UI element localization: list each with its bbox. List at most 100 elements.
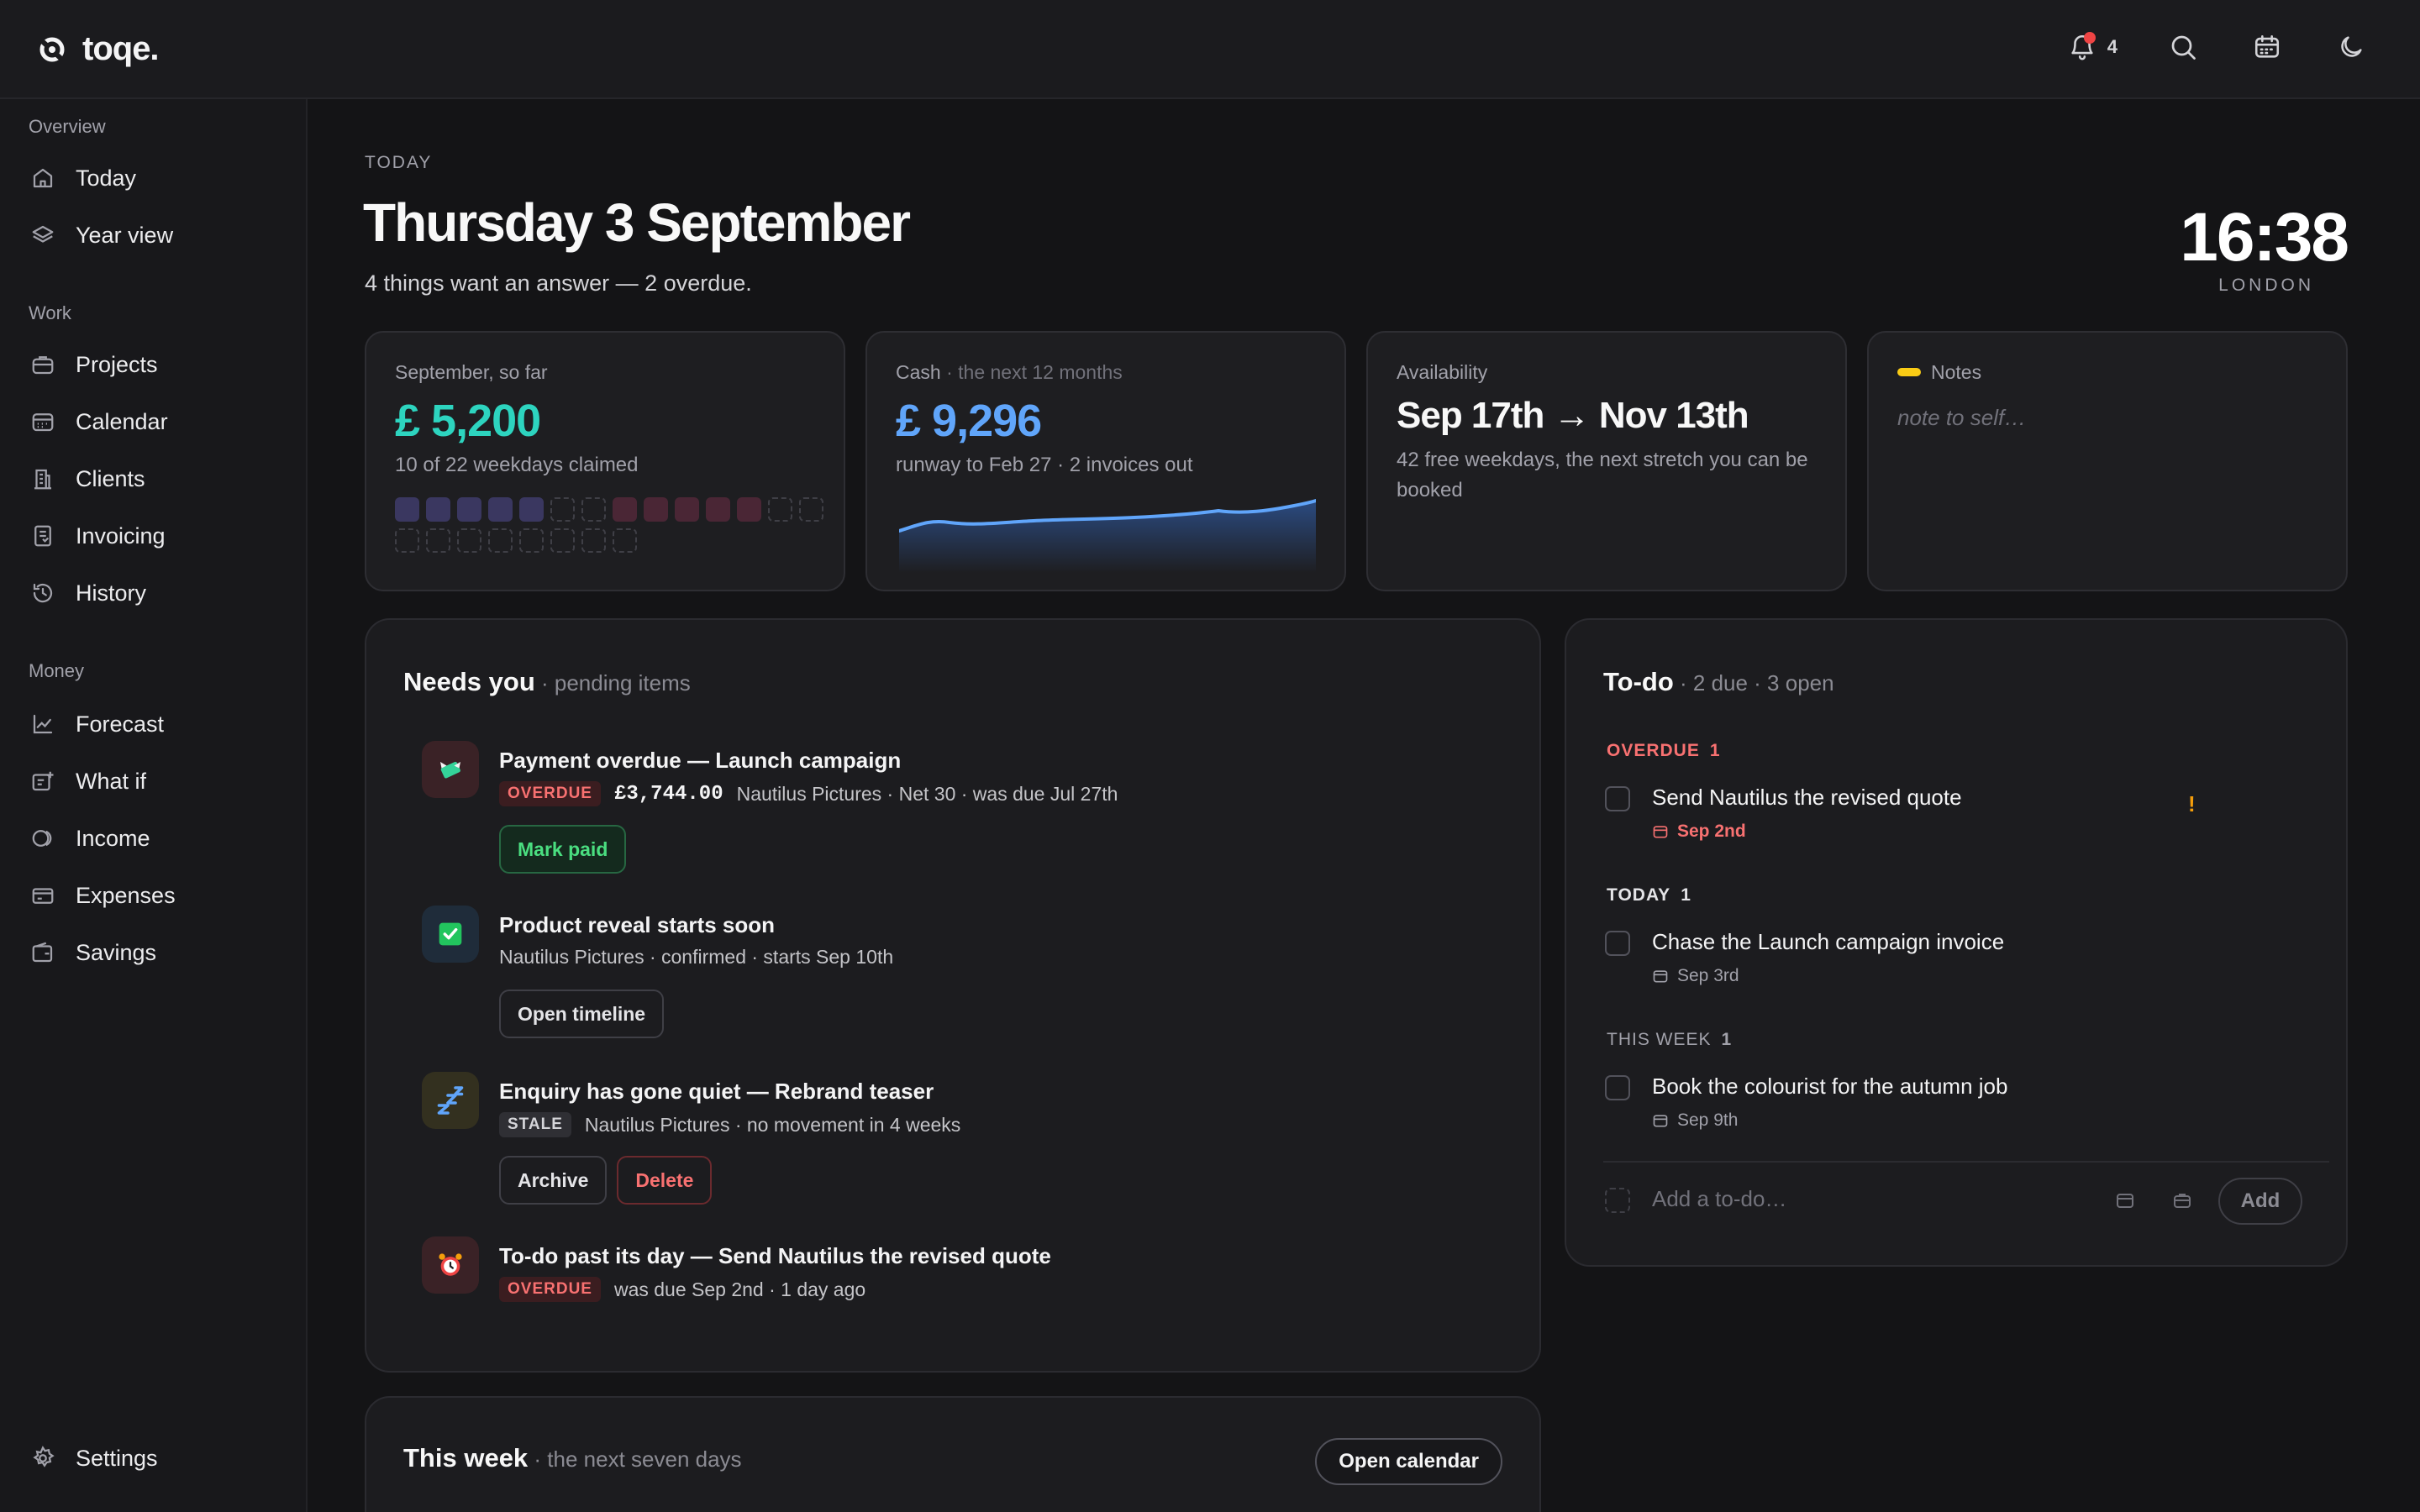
notification-dot: [2083, 32, 2096, 44]
wallet-icon: [29, 938, 57, 967]
todo-group-this-week: THIS WEEK 1: [1607, 1030, 1732, 1050]
sidebar-item-projects[interactable]: Projects: [29, 343, 158, 386]
todo-due-date: Sep 9th: [1652, 1110, 1738, 1131]
todo-text[interactable]: Book the colourist for the autumn job: [1652, 1074, 2007, 1100]
availability-range: Sep 17th → Nov 13th: [1397, 395, 1749, 436]
sidebar-item-invoicing[interactable]: Invoicing: [29, 514, 166, 558]
todo-item: Book the colourist for the autumn job Se…: [1605, 1072, 2244, 1139]
sidebar-item-label: What if: [76, 768, 147, 794]
notes-card[interactable]: Notes note to self…: [1867, 331, 2348, 591]
sidebar-item-income[interactable]: Income: [29, 816, 150, 860]
todo-item: Send Nautilus the revised quote ! Sep 2n…: [1605, 783, 2244, 850]
group-label: OVERDUE: [1607, 741, 1700, 760]
notes-input[interactable]: note to self…: [1897, 405, 2026, 431]
calendar-icon: [29, 407, 57, 436]
calendar-icon[interactable]: [2249, 29, 2286, 66]
eyebrow-label: TODAY: [365, 153, 433, 172]
item-title: Enquiry has gone quiet — Rebrand teaser: [499, 1079, 934, 1104]
todo-text[interactable]: Send Nautilus the revised quote: [1652, 785, 1962, 811]
sidebar-item-today[interactable]: Today: [29, 156, 136, 200]
sidebar-section-overview: Overview: [29, 116, 106, 137]
building-icon: [29, 465, 57, 493]
group-count: 1: [1681, 885, 1691, 905]
list-item: Enquiry has gone quiet — Rebrand teaser …: [422, 1072, 1514, 1215]
sidebar-item-settings[interactable]: Settings: [29, 1436, 158, 1480]
due-date-text: Sep 9th: [1677, 1110, 1739, 1130]
briefcase-icon[interactable]: [2170, 1188, 2195, 1213]
weekday-cell: [550, 528, 575, 553]
brand[interactable]: toqe.: [37, 30, 160, 68]
weekday-cell: [457, 528, 481, 553]
priority-flag: !: [2188, 791, 2196, 816]
sidebar-item-year-view[interactable]: Year view: [29, 213, 173, 257]
weekday-cell: [581, 497, 606, 522]
item-meta: Nautilus Pictures · no movement in 4 wee…: [584, 1113, 961, 1136]
sidebar-item-expenses[interactable]: Expenses: [29, 874, 176, 917]
september-card[interactable]: September, so far £ 5,200 10 of 22 weekd…: [365, 331, 845, 591]
add-todo-input[interactable]: Add a to-do…: [1652, 1186, 1786, 1212]
weekday-cell: [799, 497, 823, 522]
calendar-icon[interactable]: [2112, 1188, 2138, 1213]
sidebar-item-history[interactable]: History: [29, 571, 146, 615]
money-wings-icon: [422, 741, 479, 798]
sidebar-item-label: Settings: [76, 1445, 158, 1471]
sidebar-item-label: Today: [76, 165, 137, 191]
todo-due-date: Sep 3rd: [1652, 966, 1739, 986]
group-count: 1: [1709, 741, 1721, 760]
sidebar-item-clients[interactable]: Clients: [29, 457, 145, 501]
panel-title: Needs you · pending items: [403, 667, 691, 697]
needs-you-panel: Needs you · pending items Payment overdu…: [365, 618, 1541, 1373]
list-item: Product reveal starts soon Nautilus Pict…: [422, 906, 1514, 1048]
scenario-icon: [29, 767, 57, 795]
sidebar-item-calendar[interactable]: Calendar: [29, 400, 168, 444]
divider: [1603, 1161, 2329, 1163]
card-sub: 10 of 22 weekdays claimed: [395, 454, 639, 476]
sidebar-item-forecast[interactable]: Forecast: [29, 702, 164, 746]
invoice-amount: £3,744.00: [613, 782, 723, 806]
search-icon[interactable]: [2165, 29, 2202, 66]
history-icon: [29, 579, 57, 607]
gear-icon: [29, 1444, 57, 1473]
sidebar-item-label: Calendar: [76, 408, 168, 434]
sidebar-section-work: Work: [29, 302, 71, 323]
panel-title: To-do · 2 due · 3 open: [1603, 667, 1834, 697]
weekday-cell: [426, 528, 450, 553]
cash-sparkline: [899, 499, 1316, 573]
item-meta: Nautilus Pictures · Net 30 · was due Jul…: [736, 782, 1118, 805]
this-week-title: This week: [403, 1443, 529, 1473]
cash-card[interactable]: Cash · the next 12 months £ 9,296 runway…: [865, 331, 1346, 591]
panel-title: This week · the next seven days: [403, 1443, 742, 1473]
app-name: toqe.: [82, 30, 160, 67]
due-date-text: Sep 3rd: [1677, 966, 1739, 985]
needs-you-title: Needs you: [403, 667, 535, 696]
weekday-cell: [426, 497, 450, 522]
card-sub: runway to Feb 27 · 2 invoices out: [896, 454, 1193, 476]
page-subtitle: 4 things want an answer — 2 overdue.: [365, 270, 752, 296]
weekday-cell: [550, 497, 575, 522]
todo-checkbox[interactable]: [1605, 931, 1630, 956]
sidebar-item-what-if[interactable]: What if: [29, 759, 146, 803]
notifications-button[interactable]: 4: [2064, 29, 2118, 66]
sidebar-item-savings[interactable]: Savings: [29, 931, 156, 974]
open-timeline-button[interactable]: Open timeline: [499, 990, 665, 1038]
top-bar: toqe. 4: [0, 0, 2420, 99]
todo-subtitle: · 2 due · 3 open: [1673, 670, 1834, 696]
delete-button[interactable]: Delete: [617, 1156, 713, 1205]
todo-text[interactable]: Chase the Launch campaign invoice: [1652, 929, 2004, 955]
mark-paid-button[interactable]: Mark paid: [499, 825, 627, 874]
layers-icon: [29, 221, 57, 249]
moon-icon[interactable]: [2333, 29, 2370, 66]
list-item: To-do past its day — Send Nautilus the r…: [422, 1236, 1514, 1312]
weekday-cell: [519, 497, 544, 522]
calendar-icon: [1652, 968, 1669, 984]
weekday-cell: [488, 497, 513, 522]
add-todo-button[interactable]: Add: [2218, 1178, 2302, 1225]
open-calendar-button[interactable]: Open calendar: [1315, 1438, 1502, 1485]
notification-count: 4: [2107, 36, 2118, 57]
archive-button[interactable]: Archive: [499, 1156, 608, 1205]
todo-checkbox[interactable]: [1605, 1075, 1630, 1100]
sleep-icon: [422, 1072, 479, 1129]
todo-checkbox[interactable]: [1605, 786, 1630, 811]
availability-card[interactable]: Availability Sep 17th → Nov 13th 42 free…: [1366, 331, 1847, 591]
calendar-icon: [1652, 823, 1669, 840]
